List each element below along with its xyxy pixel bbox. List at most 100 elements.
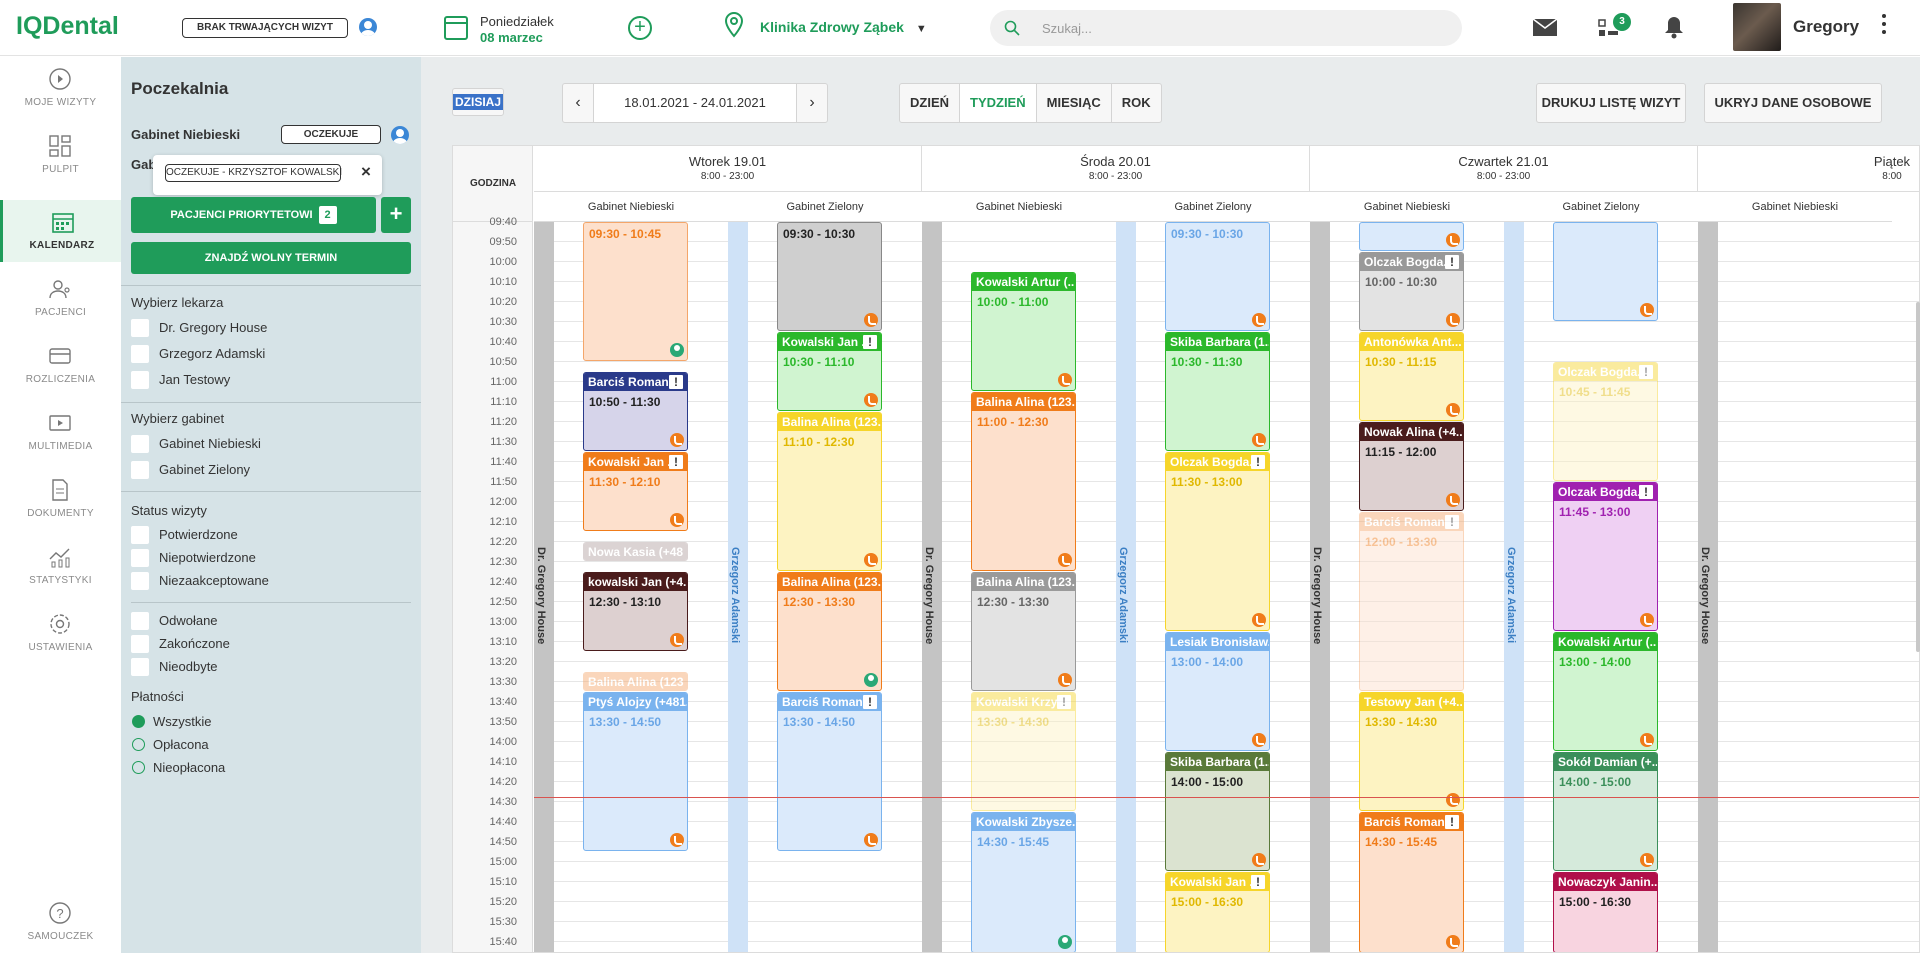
appointment[interactable]: Kowalski Jan ... 15:00 - 16:30!	[1165, 872, 1270, 952]
payment-radio[interactable]	[132, 761, 145, 774]
appointment[interactable]: Barciś Roman... 10:50 - 11:30!	[583, 372, 688, 451]
appointment[interactable]: 09:30 - 10:30	[1165, 222, 1270, 331]
add-visit-icon[interactable]: +	[628, 16, 652, 40]
add-priority-button[interactable]: +	[381, 197, 411, 233]
doctor-checkbox[interactable]	[131, 345, 149, 363]
room-checkbox[interactable]	[131, 435, 149, 453]
appointment[interactable]: Skiba Barbara (1... 10:30 - 11:30	[1165, 332, 1270, 451]
clinic-selector[interactable]: Klinika Zdrowy Ząbek ▼	[760, 19, 927, 35]
status-checkbox[interactable]	[131, 658, 149, 676]
user-icon[interactable]	[391, 126, 409, 144]
appointment[interactable]: Barciś Roman... 12:00 - 13:30!	[1359, 512, 1464, 691]
warning-icon: !	[863, 695, 877, 709]
phone-icon	[1446, 793, 1460, 807]
status-checkbox[interactable]	[131, 635, 149, 653]
close-icon[interactable]: ×	[361, 162, 371, 182]
nav-patients[interactable]: PACJENCI	[0, 267, 121, 329]
appointment[interactable]: Ptyś Alojzy (+481... 13:30 - 14:50	[583, 692, 688, 851]
day-name: Piątek	[1873, 154, 1911, 169]
appointment[interactable]: Barciś Roman... 13:30 - 14:50!	[777, 692, 882, 851]
appointment[interactable]: Kowalski Artur (... 13:00 - 14:00	[1553, 632, 1658, 751]
chevron-left-icon[interactable]: ‹	[563, 84, 593, 122]
appointment[interactable]: Olczak Bogda... 10:45 - 11:45!	[1553, 362, 1658, 481]
calendar-scrollbar[interactable]	[1916, 302, 1920, 652]
appointment[interactable]: 09:30 - 10:45	[583, 222, 688, 361]
appointment[interactable]: Balina Alina (123... 12:30 - 13:30	[971, 572, 1076, 691]
mail-icon[interactable]	[1532, 18, 1558, 37]
hide-personal-data-button[interactable]: UKRYJ DANE OSOBOWE	[1704, 83, 1882, 123]
status-checkbox[interactable]	[131, 572, 149, 590]
appointment[interactable]: Olczak Bogda... 10:00 - 10:30!	[1359, 252, 1464, 331]
more-menu-icon[interactable]	[1882, 14, 1886, 38]
appointment[interactable]	[1359, 222, 1464, 251]
appointment[interactable]: kowalski Jan (+4... 12:30 - 13:10	[583, 572, 688, 651]
payments-title: Płatności	[131, 689, 184, 704]
status-checkbox[interactable]	[131, 549, 149, 567]
nav-my-visits[interactable]: MOJE WIZYTY	[0, 57, 121, 119]
waiting-patient-label[interactable]: OCZEKUJE - KRZYSZTOF KOWALSKI	[165, 164, 342, 182]
appointment[interactable]: Barciś Roman... 14:30 - 15:45!	[1359, 812, 1464, 952]
nav-label: KALENDARZ	[29, 240, 95, 251]
appointment[interactable]: Nowa Kasia (+48	[583, 542, 688, 561]
doctor-checkbox[interactable]	[131, 371, 149, 389]
payment-radio[interactable]	[132, 738, 145, 751]
room1-status[interactable]: OCZEKUJE	[281, 125, 381, 144]
appointment[interactable]: Kowalski Jan ... 10:30 - 11:10!	[777, 332, 882, 411]
appointment[interactable]: Balina Alina (123... 12:30 - 13:30	[777, 572, 882, 691]
doctor-checkbox[interactable]	[131, 319, 149, 337]
appointment[interactable]: Sokół Damian (+... 14:00 - 15:00	[1553, 752, 1658, 871]
today-button[interactable]: DZISIAJ	[452, 88, 504, 116]
search-box[interactable]	[990, 10, 1462, 46]
user-name[interactable]: Gregory	[1793, 17, 1859, 37]
appointment[interactable]: Lesiak Bronisław... 13:00 - 14:00	[1165, 632, 1270, 751]
nav-statistics[interactable]: STATYSTYKI	[0, 535, 121, 597]
phone-icon	[670, 833, 684, 847]
nav-settings[interactable]: USTAWIENIA	[0, 602, 121, 664]
app-logo[interactable]: IQDental	[16, 12, 119, 41]
appointment[interactable]: Balina Alina (123... 11:00 - 12:30	[971, 392, 1076, 571]
search-input[interactable]	[1042, 18, 1442, 38]
payment-label: Nieopłacona	[153, 760, 226, 775]
user-icon[interactable]	[359, 18, 377, 36]
phone-icon	[1640, 853, 1654, 867]
appointment[interactable]: Nowak Alina (+4... 11:15 - 12:00	[1359, 422, 1464, 511]
appointment[interactable]: Kowalski Zbysze... 14:30 - 15:45	[971, 812, 1076, 952]
payment-radio[interactable]	[132, 715, 145, 728]
no-visits-badge[interactable]: BRAK TRWAJĄCYCH WIZYT	[182, 18, 348, 38]
view-day[interactable]: DZIEŃ	[900, 84, 960, 122]
status-checkbox[interactable]	[131, 612, 149, 630]
doctor-name: Dr. Gregory House	[1311, 547, 1323, 645]
appointment[interactable]: Nowaczyk Janin... 15:00 - 16:30	[1553, 872, 1658, 952]
nav-documents[interactable]: DOKUMENTY	[0, 468, 121, 530]
appointment[interactable]: Kowalski Jan ... 11:30 - 12:10!	[583, 452, 688, 531]
appointment[interactable]	[1553, 222, 1658, 321]
chevron-right-icon[interactable]: ›	[797, 84, 827, 122]
nav-dashboard[interactable]: PULPIT	[0, 124, 121, 186]
user-avatar[interactable]	[1733, 3, 1781, 51]
find-free-slot-button[interactable]: ZNAJDŹ WOLNY TERMIN	[131, 242, 411, 274]
print-visits-button[interactable]: DRUKUJ LISTĘ WIZYT	[1536, 83, 1686, 123]
appointment[interactable]: Balina Alina (123	[583, 672, 688, 691]
status-checkbox[interactable]	[131, 526, 149, 544]
nav-multimedia[interactable]: MULTIMEDIA	[0, 401, 121, 463]
day-header: Środa 20.01 8:00 - 23:00	[922, 146, 1310, 192]
room-checkbox[interactable]	[131, 461, 149, 479]
nav-calendar[interactable]: KALENDARZ	[0, 200, 121, 262]
nav-billing[interactable]: ROZLICZENIA	[0, 334, 121, 396]
view-month[interactable]: MIESIĄC	[1037, 84, 1112, 122]
appointment[interactable]: 09:30 - 10:30	[777, 222, 882, 331]
appointment[interactable]: Kowalski Krzy... 13:30 - 14:30!	[971, 692, 1076, 811]
view-year[interactable]: ROK	[1112, 84, 1161, 122]
appointment[interactable]: Testowy Jan (+4... 13:30 - 14:30	[1359, 692, 1464, 811]
view-week[interactable]: TYDZIEŃ	[960, 84, 1037, 122]
priority-patients-button[interactable]: PACJENCI PRIORYTETOWI 2	[131, 197, 376, 233]
appointment[interactable]: Balina Alina (123... 11:10 - 12:30	[777, 412, 882, 571]
date-range[interactable]: 18.01.2021 - 24.01.2021	[593, 84, 797, 122]
appointment[interactable]: Skiba Barbara (1... 14:00 - 15:00	[1165, 752, 1270, 871]
appointment[interactable]: Olczak Bogda... 11:30 - 13:00!	[1165, 452, 1270, 631]
appointment[interactable]: Antonówka Ant... 10:30 - 11:15	[1359, 332, 1464, 421]
appointment[interactable]: Olczak Bogda... 11:45 - 13:00!	[1553, 482, 1658, 631]
bell-icon[interactable]	[1664, 15, 1684, 39]
appointment[interactable]: Kowalski Artur (... 10:00 - 11:00	[971, 272, 1076, 391]
nav-tutorial[interactable]: ? SAMOUCZEK	[0, 891, 121, 953]
